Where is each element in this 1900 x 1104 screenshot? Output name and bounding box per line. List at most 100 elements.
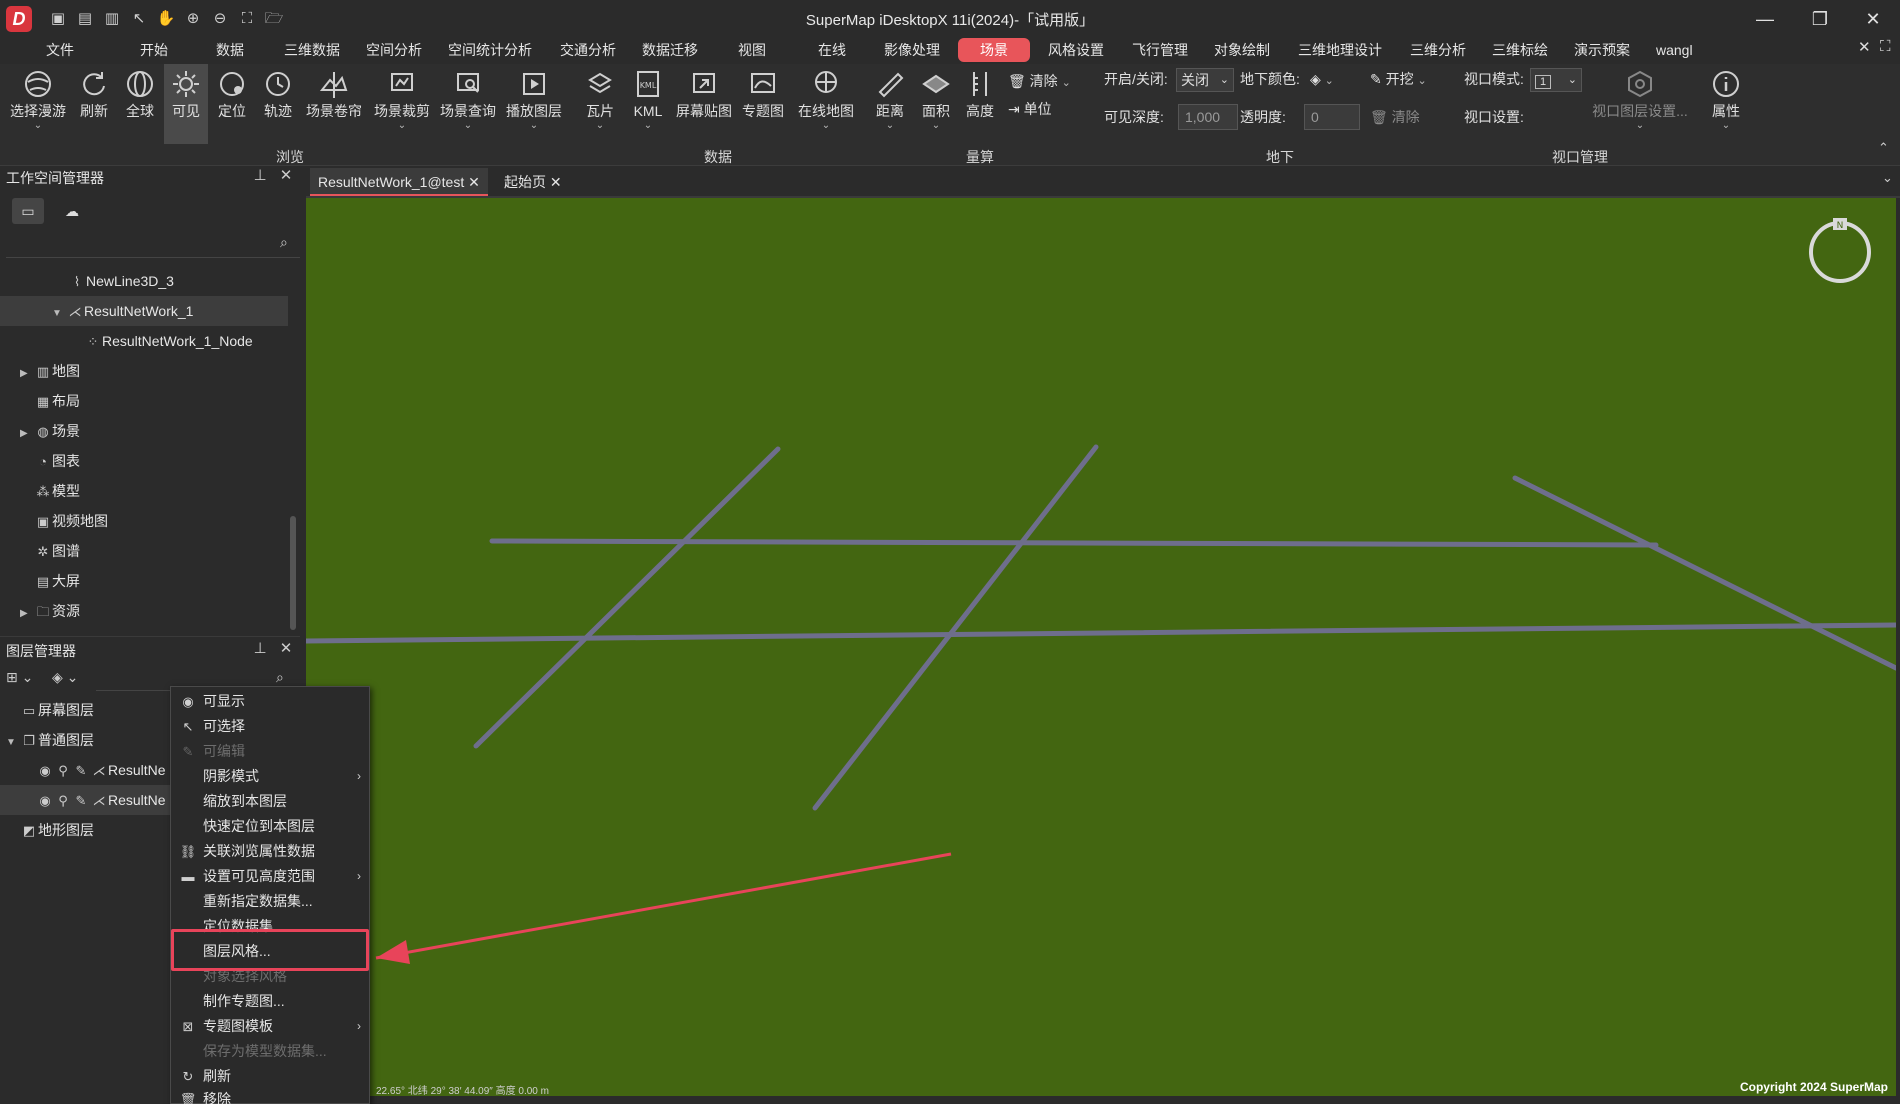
- scene-view[interactable]: N: [306, 198, 1896, 1096]
- measure-clear-button[interactable]: 🗑 清除 ⌄: [1008, 70, 1071, 92]
- selectable-icon[interactable]: ⚲: [54, 786, 72, 816]
- menu-item-reassign-dataset[interactable]: 重新指定数据集...: [171, 889, 369, 914]
- close-window-button[interactable]: ✕: [1848, 4, 1898, 34]
- menu-item-quick-locate[interactable]: 快速定位到本图层: [171, 814, 369, 839]
- menu-item-shadow-mode[interactable]: 阴影模式 ›: [171, 764, 369, 789]
- menu-item-link-attributes[interactable]: ⛓ 关联浏览属性数据: [171, 839, 369, 864]
- expand-right-icon[interactable]: ▶: [20, 419, 34, 449]
- pin-icon[interactable]: ⊥: [250, 639, 270, 657]
- search-icon[interactable]: ⌕: [276, 669, 284, 686]
- properties-button[interactable]: 属性 ⌄: [1706, 64, 1746, 144]
- tab-start-page[interactable]: 起始页 ✕: [496, 168, 570, 196]
- close-icon[interactable]: ✕: [550, 174, 562, 190]
- height-button[interactable]: 高度: [960, 64, 1000, 144]
- locate-button[interactable]: 定位: [212, 64, 252, 144]
- play-layer-button[interactable]: 播放图层 ⌄: [502, 64, 566, 144]
- workspace-scrollbar[interactable]: [290, 516, 296, 630]
- expand-down-icon[interactable]: ▼: [6, 728, 20, 758]
- menu-item-remove[interactable]: 🗑 移除: [171, 1087, 369, 1104]
- tab-presentation[interactable]: 演示预案: [1568, 38, 1636, 62]
- tab-flight[interactable]: 飞行管理: [1126, 38, 1194, 62]
- zoom-out-icon[interactable]: ⊖: [210, 9, 230, 29]
- tab-style-settings[interactable]: 风格设置: [1042, 38, 1110, 62]
- select-arrow-icon[interactable]: ↖: [129, 9, 149, 29]
- tab-start[interactable]: 开始: [134, 38, 174, 62]
- workspace-tree-icon[interactable]: ▭: [12, 198, 44, 224]
- network-edge[interactable]: [1512, 475, 1896, 671]
- close-icon[interactable]: ✕: [276, 639, 296, 657]
- tab-imagery[interactable]: 影像处理: [878, 38, 946, 62]
- tab-file[interactable]: 文件: [40, 38, 80, 62]
- track-button[interactable]: 轨迹: [258, 64, 298, 144]
- tab-online[interactable]: 在线: [812, 38, 852, 62]
- pan-hand-icon[interactable]: ✋: [156, 9, 176, 29]
- eye-icon[interactable]: ◉: [36, 786, 54, 816]
- screen-overlay-button[interactable]: 屏幕贴图: [672, 64, 736, 144]
- online-map-button[interactable]: 在线地图 ⌄: [794, 64, 858, 144]
- visible-depth-input[interactable]: 1,000: [1178, 104, 1238, 130]
- collapse-ribbon-icon[interactable]: ⌃: [1878, 140, 1889, 156]
- network-edge[interactable]: [812, 444, 1099, 811]
- tile-button[interactable]: 瓦片 ⌄: [578, 64, 622, 144]
- kml-button[interactable]: KML KML ⌄: [626, 64, 670, 144]
- expand-down-icon[interactable]: ▼: [52, 299, 66, 329]
- tree-item-layouts[interactable]: ▦ 布局: [0, 386, 288, 416]
- save-as-icon[interactable]: ▤: [75, 9, 95, 29]
- menu-item-make-thematic[interactable]: 制作专题图...: [171, 989, 369, 1014]
- menu-item-thematic-template[interactable]: ⊠ 专题图模板 ›: [171, 1014, 369, 1039]
- tree-item-charts[interactable]: ◔ 图表: [0, 446, 288, 476]
- tab-traffic-analysis[interactable]: 交通分析: [554, 38, 622, 62]
- minimize-button[interactable]: —: [1740, 4, 1790, 34]
- expand-right-icon[interactable]: ▶: [20, 599, 34, 629]
- tab-resultnetwork-scene[interactable]: ResultNetWork_1@test ✕: [310, 168, 488, 196]
- full-extent-icon[interactable]: ⛶: [237, 9, 257, 29]
- menu-item-visible[interactable]: ◉ 可显示: [171, 689, 369, 714]
- add-layer-icon[interactable]: ⊞ ⌄: [6, 669, 33, 686]
- save-icon[interactable]: ▣: [48, 9, 68, 29]
- tree-item-scenes[interactable]: ▶ ◍ 场景: [0, 416, 288, 446]
- save-all-icon[interactable]: ▥: [102, 9, 122, 29]
- opacity-input[interactable]: 0: [1304, 104, 1360, 130]
- pin-icon[interactable]: ⊥: [250, 166, 270, 184]
- excavate-button[interactable]: ✎ 开挖 ⌄: [1370, 68, 1427, 90]
- layer-stack-icon[interactable]: ◈ ⌄: [52, 669, 78, 686]
- underground-clear-button[interactable]: 🗑 清除: [1370, 106, 1420, 128]
- scene-query-button[interactable]: 场景查询 ⌄: [436, 64, 500, 144]
- tab-object-draw[interactable]: 对象绘制: [1208, 38, 1276, 62]
- expand-icon[interactable]: ⛶: [1880, 38, 1891, 55]
- distance-button[interactable]: 距离 ⌄: [868, 64, 912, 144]
- visible-button[interactable]: 可见: [164, 64, 208, 144]
- tree-item-graphs[interactable]: ✲ 图谱: [0, 536, 288, 566]
- close-icon[interactable]: ✕: [276, 166, 296, 184]
- network-edge[interactable]: [306, 622, 1896, 644]
- tab-data-migration[interactable]: 数据迁移: [636, 38, 704, 62]
- viewport-mode-select[interactable]: 1 ⌄: [1530, 68, 1582, 92]
- search-icon[interactable]: ⌕: [280, 234, 288, 251]
- unit-button[interactable]: ⇥ 单位: [1008, 98, 1052, 120]
- tab-scene[interactable]: 场景: [958, 38, 1030, 62]
- tab-spatial-statistics[interactable]: 空间统计分析: [442, 38, 538, 62]
- scene-swipe-button[interactable]: 场景卷帘: [302, 64, 366, 144]
- tree-item-resultnetwork-node[interactable]: ⁘ ResultNetWork_1_Node: [0, 326, 288, 356]
- selectable-icon[interactable]: ⚲: [54, 756, 72, 786]
- menu-item-refresh[interactable]: ↻ 刷新: [171, 1064, 369, 1089]
- underground-color-picker[interactable]: ◈ ⌄: [1310, 68, 1334, 90]
- refresh-button[interactable]: 刷新: [74, 64, 114, 144]
- tree-item-models[interactable]: ⁂ 模型: [0, 476, 288, 506]
- workspace-online-icon[interactable]: ☁: [56, 198, 88, 224]
- full-globe-button[interactable]: 全球: [120, 64, 160, 144]
- user-account-field[interactable]: wangl: [1652, 38, 1878, 62]
- tree-item-maps[interactable]: ▶ ▥ 地图: [0, 356, 288, 386]
- edit-pencil-icon[interactable]: ✎: [72, 786, 90, 816]
- area-button[interactable]: 面积 ⌄: [914, 64, 958, 144]
- menu-item-save-as-model[interactable]: 保存为模型数据集...: [171, 1039, 369, 1064]
- underground-toggle-select[interactable]: 关闭 ⌄: [1176, 68, 1234, 92]
- zoom-in-icon[interactable]: ⊕: [183, 9, 203, 29]
- open-folder-icon[interactable]: 🗁: [264, 9, 284, 29]
- tree-item-resultnetwork[interactable]: ▼ ⋌ ResultNetWork_1: [0, 296, 288, 326]
- tab-3d-geo-design[interactable]: 三维地理设计: [1292, 38, 1388, 62]
- menu-item-zoom-to-layer[interactable]: 缩放到本图层: [171, 789, 369, 814]
- tree-item-dashboards[interactable]: ▤ 大屏: [0, 566, 288, 596]
- tab-list-chevron-icon[interactable]: ⌄: [1882, 170, 1893, 186]
- viewport-layer-settings-button[interactable]: 视口图层设置... ⌄: [1590, 64, 1690, 144]
